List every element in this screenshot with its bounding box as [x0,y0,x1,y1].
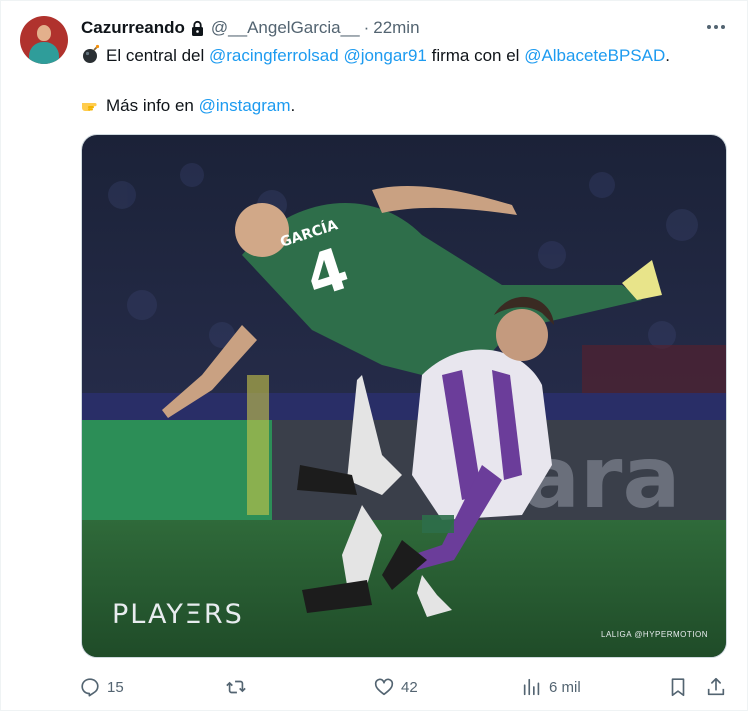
backhand-index-pointing-right-emoji [82,103,97,111]
tweet-actions: 15 42 6 mil [79,675,729,699]
retweet-icon [226,680,246,694]
author-display-name[interactable]: Cazurreando [81,18,185,38]
tweet-text-line-1: El central del @racingferrolsad @jongar9… [81,44,670,67]
author-handle[interactable]: @__AngelGarcia__ [211,18,360,38]
text-segment: El central del [106,46,209,65]
text-segment: firma con el [426,46,525,65]
share-icon [707,677,725,696]
mention-jongar91[interactable]: @jongar91 [343,46,426,65]
bomb-emoji [83,44,100,63]
text-segment: . [290,96,296,115]
like-count: 42 [401,678,418,696]
like-button[interactable]: 42 [373,675,418,699]
separator-dot: · [363,18,370,37]
views-button[interactable]: 6 mil [521,675,581,699]
reply-icon [81,678,99,697]
mention-racingferrolsad[interactable]: @racingferrolsad [209,46,339,65]
heart-icon [374,678,394,696]
tweet-media-photo[interactable]: ara 4 GARCÍA PLAYΞRS LALIGA @HYPERMOTION [81,134,727,658]
lock-icon [191,20,203,36]
credit-overlay: LALIGA @HYPERMOTION [601,630,708,639]
avatar[interactable] [20,16,68,64]
avatar-body [29,42,59,64]
more-icon[interactable] [703,18,729,36]
bookmark-icon [671,678,685,697]
retweet-button[interactable] [225,675,247,699]
avatar-head [37,25,51,41]
reply-count: 15 [107,678,124,696]
text-segment: Más info en [106,96,199,115]
mention-albacetebpsad[interactable]: @AlbaceteBPSAD [524,46,665,65]
view-count: 6 mil [549,678,581,696]
football-photo: ara 4 GARCÍA [82,135,726,657]
reply-button[interactable]: 15 [79,675,124,699]
tweet[interactable]: Cazurreando @__AngelGarcia__ · 22min El … [0,0,748,711]
tweet-text-line-2: Más info en @instagram. [81,94,295,117]
brand-overlay: PLAYΞRS [112,599,244,630]
tweet-header: Cazurreando @__AngelGarcia__ · 22min [81,17,420,39]
share-button[interactable] [705,675,727,699]
bookmark-button[interactable] [667,675,689,699]
timestamp[interactable]: 22min [373,18,419,38]
bar-chart-icon [523,678,540,696]
mention-instagram[interactable]: @instagram [199,96,291,115]
text-segment: . [665,46,670,65]
